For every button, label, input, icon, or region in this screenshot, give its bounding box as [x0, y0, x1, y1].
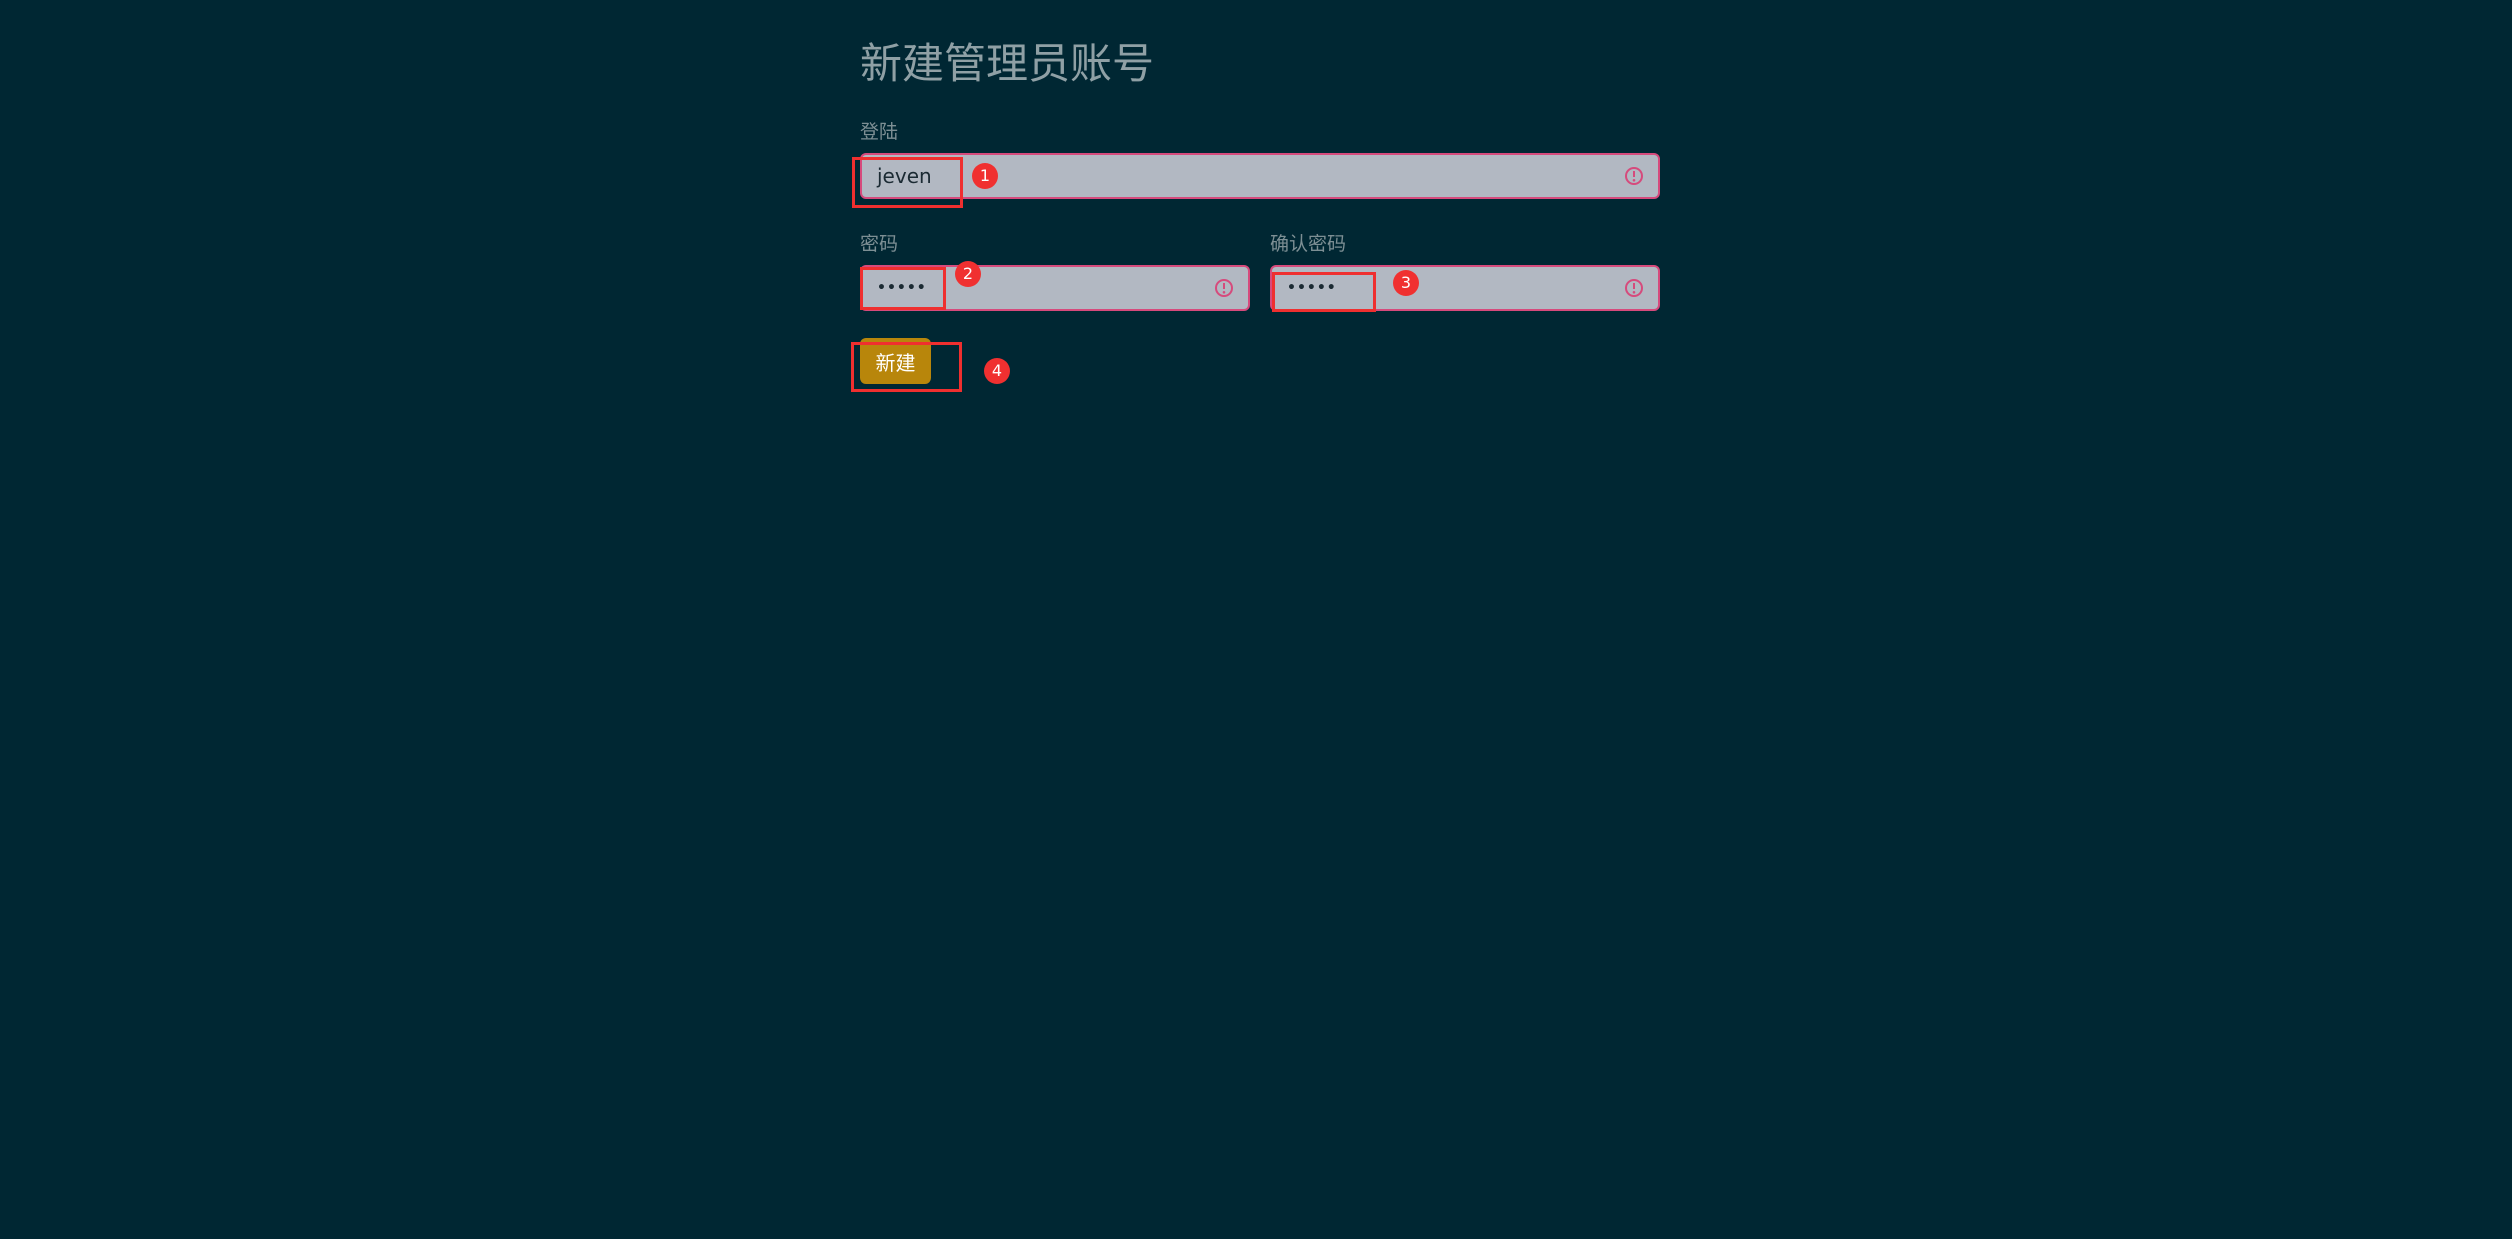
annotation-box-2 — [860, 267, 946, 310]
exclamation-circle-icon — [1625, 279, 1643, 297]
exclamation-circle-icon — [1625, 167, 1643, 185]
annotation-box-3 — [1272, 272, 1376, 312]
annotation-badge-2: 2 — [955, 261, 981, 287]
annotation-box-4 — [851, 342, 962, 392]
page: 新建管理员账号 登陆 jeven 密码 ••••• 确认密码 ••••• 新建 … — [0, 0, 2512, 1239]
exclamation-circle-icon — [1215, 279, 1233, 297]
annotation-badge-4: 4 — [984, 358, 1010, 384]
password-label: 密码 — [860, 233, 899, 255]
login-label: 登陆 — [860, 121, 899, 143]
annotation-badge-1: 1 — [972, 163, 998, 189]
annotation-box-1 — [852, 157, 963, 208]
annotation-badge-3: 3 — [1393, 270, 1419, 296]
confirm-password-label: 确认密码 — [1270, 233, 1347, 255]
page-title: 新建管理员账号 — [860, 39, 1155, 88]
